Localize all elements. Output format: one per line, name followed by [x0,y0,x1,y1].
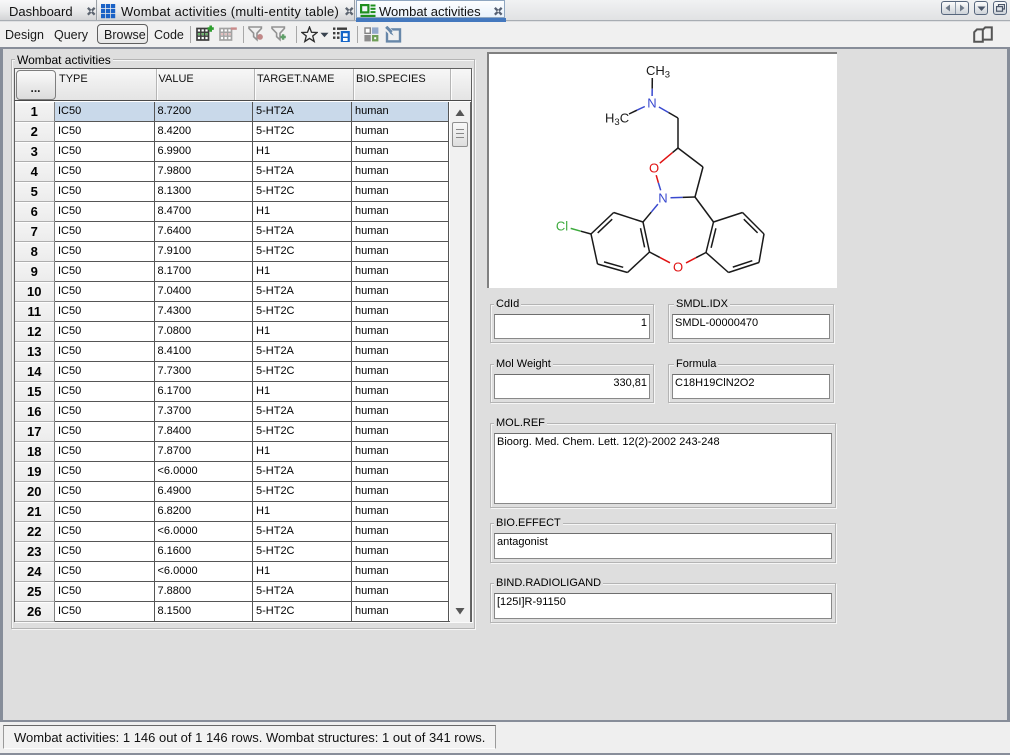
svg-text:N: N [647,96,656,111]
svg-text:N: N [658,191,667,206]
svg-text:Cl: Cl [556,219,568,234]
svg-text:O: O [673,260,683,275]
svg-text:O: O [649,161,659,176]
svg-text:H3C: H3C [605,111,629,129]
svg-text:CH3: CH3 [646,63,670,81]
